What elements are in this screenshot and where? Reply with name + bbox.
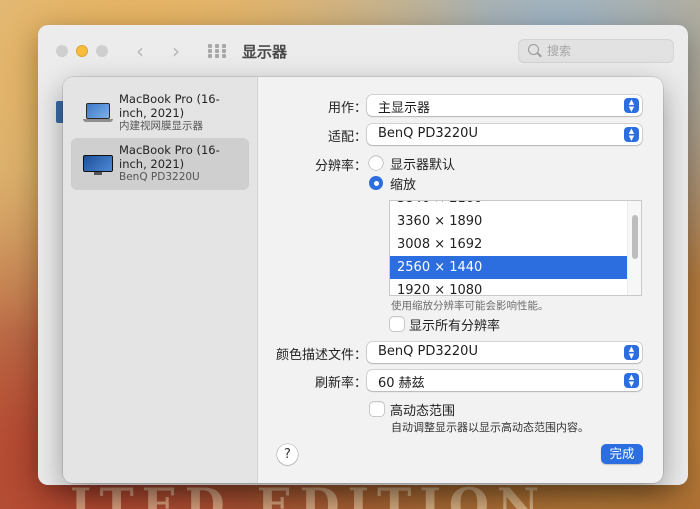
settings-pane: 用作： 主显示器 ▲ ▼ 适配： BenQ PD3220U ▲ ▼ 分辨率： 显示器… bbox=[259, 77, 663, 483]
show-all-resolutions-label: 显示所有分辨率 bbox=[409, 319, 501, 334]
use-as-label: 用作： bbox=[327, 101, 367, 116]
scaled-resolution-hint: 使用缩放分辨率可能会影响性能。 bbox=[391, 300, 549, 312]
sidebar-item-external-display[interactable]: MacBook Pro (16-inch, 2021) BenQ PD3220U bbox=[71, 138, 249, 190]
list-item-selected[interactable]: 2560 × 1440 bbox=[390, 256, 628, 279]
help-button[interactable]: ? bbox=[277, 444, 298, 465]
hdr-checkbox[interactable] bbox=[370, 402, 384, 416]
radio-label-default: 显示器默认 bbox=[390, 158, 456, 173]
hdr-label: 高动态范围 bbox=[390, 404, 456, 419]
updown-chevron-icon: ▲ ▼ bbox=[624, 345, 639, 360]
forward-arrow-icon[interactable]: › bbox=[172, 39, 180, 63]
refresh-rate-label: 刷新率： bbox=[314, 376, 367, 391]
color-profile-label: 颜色描述文件： bbox=[275, 348, 367, 363]
display-subtitle: BenQ PD3220U bbox=[119, 171, 200, 183]
optimize-for-label: 适配： bbox=[327, 130, 367, 145]
list-item[interactable]: 3840 × 2160 bbox=[390, 201, 628, 210]
search-field[interactable] bbox=[518, 39, 674, 63]
use-as-value: 主显示器 bbox=[378, 101, 431, 116]
radio-default-for-display[interactable] bbox=[369, 156, 383, 170]
scrollbar-thumb[interactable] bbox=[632, 215, 638, 259]
color-profile-popup[interactable]: BenQ PD3220U ▲ ▼ bbox=[367, 342, 642, 363]
sidebar-item-builtin-display[interactable]: MacBook Pro (16-inch, 2021) 内建视网膜显示器 bbox=[71, 87, 249, 139]
hdr-description: 自动调整显示器以显示高动态范围内容。 bbox=[391, 421, 589, 434]
list-scrollbar[interactable] bbox=[627, 201, 641, 295]
resolution-label: 分辨率： bbox=[314, 159, 367, 174]
window-title: 显示器 bbox=[242, 43, 288, 61]
list-item[interactable]: 1920 × 1080 bbox=[390, 279, 628, 295]
done-button[interactable]: 完成 bbox=[601, 444, 643, 464]
refresh-rate-popup[interactable]: 60 赫兹 ▲ ▼ bbox=[367, 370, 642, 391]
search-icon bbox=[528, 44, 539, 55]
zoom-button[interactable] bbox=[96, 45, 108, 57]
display-subtitle: 内建视网膜显示器 bbox=[119, 120, 203, 132]
close-button[interactable] bbox=[56, 45, 68, 57]
display-name: MacBook Pro (16-inch, 2021) bbox=[119, 92, 220, 120]
optimize-for-popup[interactable]: BenQ PD3220U ▲ ▼ bbox=[367, 124, 642, 145]
titlebar: ‹ › 显示器 bbox=[38, 25, 688, 77]
radio-label-scaled: 缩放 bbox=[390, 178, 417, 193]
use-as-popup[interactable]: 主显示器 ▲ ▼ bbox=[367, 95, 642, 116]
radio-scaled[interactable] bbox=[369, 176, 383, 190]
external-monitor-icon bbox=[83, 154, 113, 175]
search-input[interactable] bbox=[547, 42, 667, 60]
updown-chevron-icon: ▲ ▼ bbox=[624, 373, 639, 388]
display-settings-sheet: MacBook Pro (16-inch, 2021) 内建视网膜显示器 Mac… bbox=[63, 77, 663, 483]
display-sidebar: MacBook Pro (16-inch, 2021) 内建视网膜显示器 Mac… bbox=[63, 77, 258, 483]
show-all-grid-icon[interactable] bbox=[208, 44, 226, 58]
color-profile-value: BenQ PD3220U bbox=[378, 344, 478, 359]
optimize-for-value: BenQ PD3220U bbox=[378, 126, 478, 141]
updown-chevron-icon: ▲ ▼ bbox=[624, 98, 639, 113]
minimize-button[interactable] bbox=[76, 45, 88, 57]
back-arrow-icon[interactable]: ‹ bbox=[136, 39, 144, 63]
refresh-rate-value: 60 赫兹 bbox=[378, 376, 425, 391]
laptop-display-icon bbox=[83, 103, 113, 123]
resolution-list[interactable]: 3840 × 2160 3360 × 1890 3008 × 1692 2560… bbox=[389, 200, 642, 296]
list-item[interactable]: 3360 × 1890 bbox=[390, 210, 628, 233]
display-name: MacBook Pro (16-inch, 2021) bbox=[119, 143, 220, 171]
updown-chevron-icon: ▲ ▼ bbox=[624, 127, 639, 142]
show-all-resolutions-checkbox[interactable] bbox=[390, 317, 404, 331]
list-item[interactable]: 3008 × 1692 bbox=[390, 233, 628, 256]
